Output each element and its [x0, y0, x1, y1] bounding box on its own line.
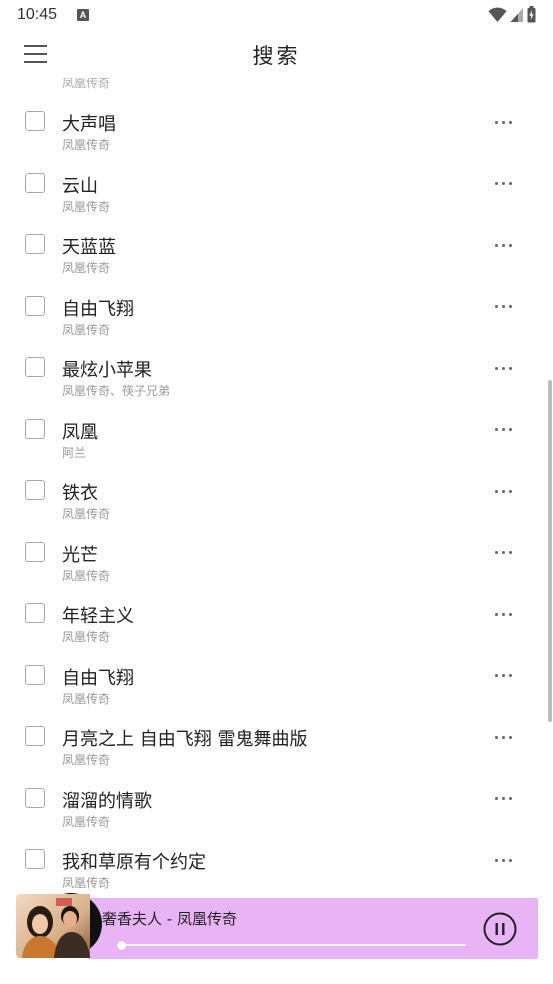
song-artist: 凤凰传奇 [62, 507, 111, 521]
song-title: 我和草原有个约定 [62, 852, 206, 873]
song-title: 自由飞翔 [62, 298, 134, 320]
song-title: 天蓝蓝 [62, 237, 116, 258]
scrollbar[interactable] [548, 380, 552, 722]
progress-track[interactable] [118, 944, 466, 946]
song-title: 云山 [62, 175, 98, 197]
select-checkbox[interactable] [25, 111, 45, 131]
song-title: 大声唱 [62, 114, 116, 135]
select-checkbox[interactable] [25, 234, 45, 254]
song-row[interactable]: 最炫小苹果凤凰传奇、筷子兄弟 [0, 337, 553, 399]
song-row[interactable]: 自由飞翔 凤凰传奇 [0, 276, 553, 338]
more-horizontal-icon[interactable] [488, 604, 518, 624]
song-artist: 凤凰传奇 [62, 261, 111, 275]
more-horizontal-icon[interactable] [488, 420, 518, 440]
status-time: 10:45 [17, 6, 58, 23]
song-artist: 凤凰传奇 [62, 814, 111, 829]
select-checkbox[interactable] [25, 603, 45, 623]
select-checkbox[interactable] [25, 418, 45, 439]
more-horizontal-icon[interactable] [488, 789, 518, 809]
select-checkbox[interactable] [25, 726, 45, 746]
pause-circle-icon[interactable] [483, 912, 517, 946]
song-artist: 凤凰传奇、筷子兄弟 [62, 384, 171, 398]
song-row[interactable]: 月亮之上 自由飞翔 雷鬼舞曲版凤凰传奇 [0, 706, 553, 768]
song-title: 自由飞翔 [62, 667, 134, 689]
cell-signal-icon [510, 7, 523, 22]
song-title: 凤凰 [62, 421, 98, 443]
more-horizontal-icon[interactable] [488, 481, 518, 501]
song-list-viewport[interactable]: 凤凰传奇 大声唱 凤凰传奇 云山 凤凰传奇 天蓝蓝 凤凰传奇 自由飞翔 凤凰传奇 最炫小苹果 凤凰… [0, 78, 553, 894]
more-horizontal-icon[interactable] [488, 112, 518, 132]
song-row[interactable]: 大声唱 凤凰传奇 [0, 91, 553, 153]
song-row[interactable]: 云山 凤凰传奇 [0, 153, 553, 215]
now-playing-title: 奢香夫人 - 凤凰传奇 [102, 910, 237, 928]
song-artist: 凤凰传奇 [62, 322, 111, 337]
more-horizontal-icon[interactable] [488, 543, 518, 563]
select-checkbox[interactable] [25, 295, 45, 316]
select-checkbox[interactable] [25, 480, 45, 500]
app-bar: 搜索 [0, 30, 553, 78]
song-title: 铁衣 [62, 483, 98, 504]
song-row[interactable]: 我和草原有个约定凤凰传奇 [0, 829, 553, 891]
song-title: 最炫小苹果 [62, 360, 152, 381]
more-horizontal-icon[interactable] [488, 297, 518, 317]
mini-player[interactable]: 奢香夫人 - 凤凰传奇 [88, 898, 538, 959]
system-icons [488, 6, 536, 23]
song-artist: 凤凰传奇 [62, 199, 111, 214]
song-artist: 凤凰传奇 [62, 691, 111, 706]
song-artist: 凤凰传奇 [62, 630, 111, 644]
song-title: 光芒 [62, 544, 98, 566]
song-artist: 凤凰传奇 [62, 138, 111, 152]
notification-a-icon: A [77, 9, 89, 21]
album-cover-image[interactable] [16, 894, 90, 958]
song-list: 大声唱 凤凰传奇 云山 凤凰传奇 天蓝蓝 凤凰传奇 自由飞翔 凤凰传奇 最炫小苹果 凤凰传奇、筷子… [0, 91, 553, 891]
song-artist: 凤凰传奇 [62, 568, 111, 583]
song-title: 月亮之上 自由飞翔 雷鬼舞曲版 [62, 729, 308, 750]
more-horizontal-icon[interactable] [488, 666, 518, 686]
more-horizontal-icon[interactable] [488, 358, 518, 378]
song-title: 溜溜的情歌 [62, 790, 152, 812]
song-title: 年轻主义 [62, 606, 134, 627]
select-checkbox[interactable] [25, 787, 45, 808]
partial-row-artist: 凤凰传奇 [62, 78, 111, 90]
song-row[interactable]: 自由飞翔 凤凰传奇 [0, 645, 553, 707]
song-row[interactable]: 溜溜的情歌 凤凰传奇 [0, 768, 553, 830]
select-checkbox[interactable] [25, 664, 45, 685]
select-checkbox[interactable] [25, 357, 45, 377]
more-horizontal-icon[interactable] [488, 850, 518, 870]
wifi-icon [488, 7, 507, 22]
song-row[interactable]: 铁衣 凤凰传奇 [0, 460, 553, 522]
select-checkbox[interactable] [25, 849, 45, 869]
song-row[interactable]: 年轻主义 凤凰传奇 [0, 583, 553, 645]
song-artist: 凤凰传奇 [62, 876, 111, 890]
select-checkbox[interactable] [25, 541, 45, 562]
song-row[interactable]: 天蓝蓝 凤凰传奇 [0, 214, 553, 276]
song-artist: 阿兰 [62, 445, 87, 460]
battery-charging-icon [527, 6, 536, 23]
more-horizontal-icon[interactable] [488, 727, 518, 747]
select-checkbox[interactable] [25, 172, 45, 193]
progress-thumb[interactable] [117, 941, 127, 950]
more-horizontal-icon[interactable] [488, 235, 518, 255]
more-horizontal-icon[interactable] [488, 174, 518, 194]
song-row[interactable]: 光芒 凤凰传奇 [0, 522, 553, 584]
page-title: 搜索 [252, 44, 301, 68]
status-bar: 10:45 A [0, 0, 553, 30]
song-artist: 凤凰传奇 [62, 753, 111, 767]
song-row[interactable]: 凤凰 阿兰 [0, 399, 553, 461]
